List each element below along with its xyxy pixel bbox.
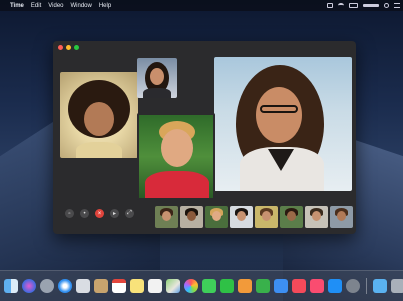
app-name-menu[interactable]: Time — [10, 3, 24, 9]
participant-tile-glasses[interactable] — [214, 57, 352, 191]
menu-bar: Time Edit Video Window Help — [0, 0, 403, 11]
system-preferences-icon[interactable] — [346, 279, 360, 293]
mute-icon: • — [83, 210, 86, 217]
calendar-icon[interactable] — [112, 279, 126, 293]
numbers-icon[interactable] — [256, 279, 270, 293]
safari-icon[interactable] — [58, 279, 72, 293]
facetime-icon[interactable] — [220, 279, 234, 293]
thumbnail-5[interactable] — [255, 206, 278, 228]
search-icon[interactable] — [384, 3, 389, 8]
siri-icon[interactable] — [22, 279, 36, 293]
end-call-icon: × — [97, 210, 102, 217]
thumbnail-6[interactable] — [280, 206, 303, 228]
close-window-button[interactable] — [58, 45, 63, 50]
keynote-icon[interactable] — [274, 279, 288, 293]
video-button[interactable]: ▸ — [110, 209, 119, 218]
menu-video[interactable]: Video — [48, 3, 63, 9]
participant-tile-curly-hair[interactable] — [60, 72, 138, 158]
airplay-icon[interactable] — [327, 3, 333, 8]
end-call-button[interactable]: × — [95, 209, 104, 218]
mute-button[interactable]: • — [80, 209, 89, 218]
facetime-window: ▫ • × ▸ ⤢ — [53, 41, 356, 234]
music-icon[interactable] — [310, 279, 324, 293]
thumbnail-7[interactable] — [305, 206, 328, 228]
time-text[interactable] — [363, 4, 379, 7]
thumbnail-4[interactable] — [230, 206, 253, 228]
reminders-icon[interactable] — [148, 279, 162, 293]
dock-separator — [366, 278, 367, 294]
notes-icon[interactable] — [130, 279, 144, 293]
downloads-folder-icon[interactable] — [373, 279, 387, 293]
thumbnail-2[interactable] — [180, 206, 203, 228]
fullscreen-button[interactable]: ⤢ — [125, 209, 134, 218]
thumbnail-3[interactable] — [205, 206, 228, 228]
minimize-window-button[interactable] — [66, 45, 71, 50]
battery-icon[interactable] — [349, 3, 358, 8]
app-store-icon[interactable] — [328, 279, 342, 293]
menu-help[interactable]: Help — [99, 3, 111, 9]
finder-icon[interactable] — [4, 279, 18, 293]
pages-icon[interactable] — [238, 279, 252, 293]
menu-window[interactable]: Window — [71, 3, 92, 9]
trash-icon[interactable] — [391, 279, 403, 293]
launchpad-icon[interactable] — [40, 279, 54, 293]
menu-edit[interactable]: Edit — [31, 3, 41, 9]
menu-icon[interactable] — [394, 3, 400, 8]
call-controls: ▫ • × ▸ ⤢ — [65, 209, 134, 218]
wifi-icon[interactable] — [338, 3, 344, 8]
contacts-icon[interactable] — [94, 279, 108, 293]
maps-icon[interactable] — [166, 279, 180, 293]
camera-icon: ▫ — [68, 210, 71, 217]
video-icon: ▸ — [112, 211, 116, 217]
thumbnail-8[interactable] — [330, 206, 353, 228]
participant-tile-blond[interactable] — [137, 113, 215, 200]
messages-icon[interactable] — [202, 279, 216, 293]
camera-button[interactable]: ▫ — [65, 209, 74, 218]
fullscreen-icon: ⤢ — [127, 210, 132, 216]
news-icon[interactable] — [292, 279, 306, 293]
dock — [0, 270, 403, 301]
window-traffic-lights — [58, 45, 79, 50]
zoom-window-button[interactable] — [74, 45, 79, 50]
photos-icon[interactable] — [184, 279, 198, 293]
participant-thumbnails — [155, 206, 353, 228]
participant-tile-dark-hair[interactable] — [137, 58, 177, 98]
mail-icon[interactable] — [76, 279, 90, 293]
thumbnail-1[interactable] — [155, 206, 178, 228]
